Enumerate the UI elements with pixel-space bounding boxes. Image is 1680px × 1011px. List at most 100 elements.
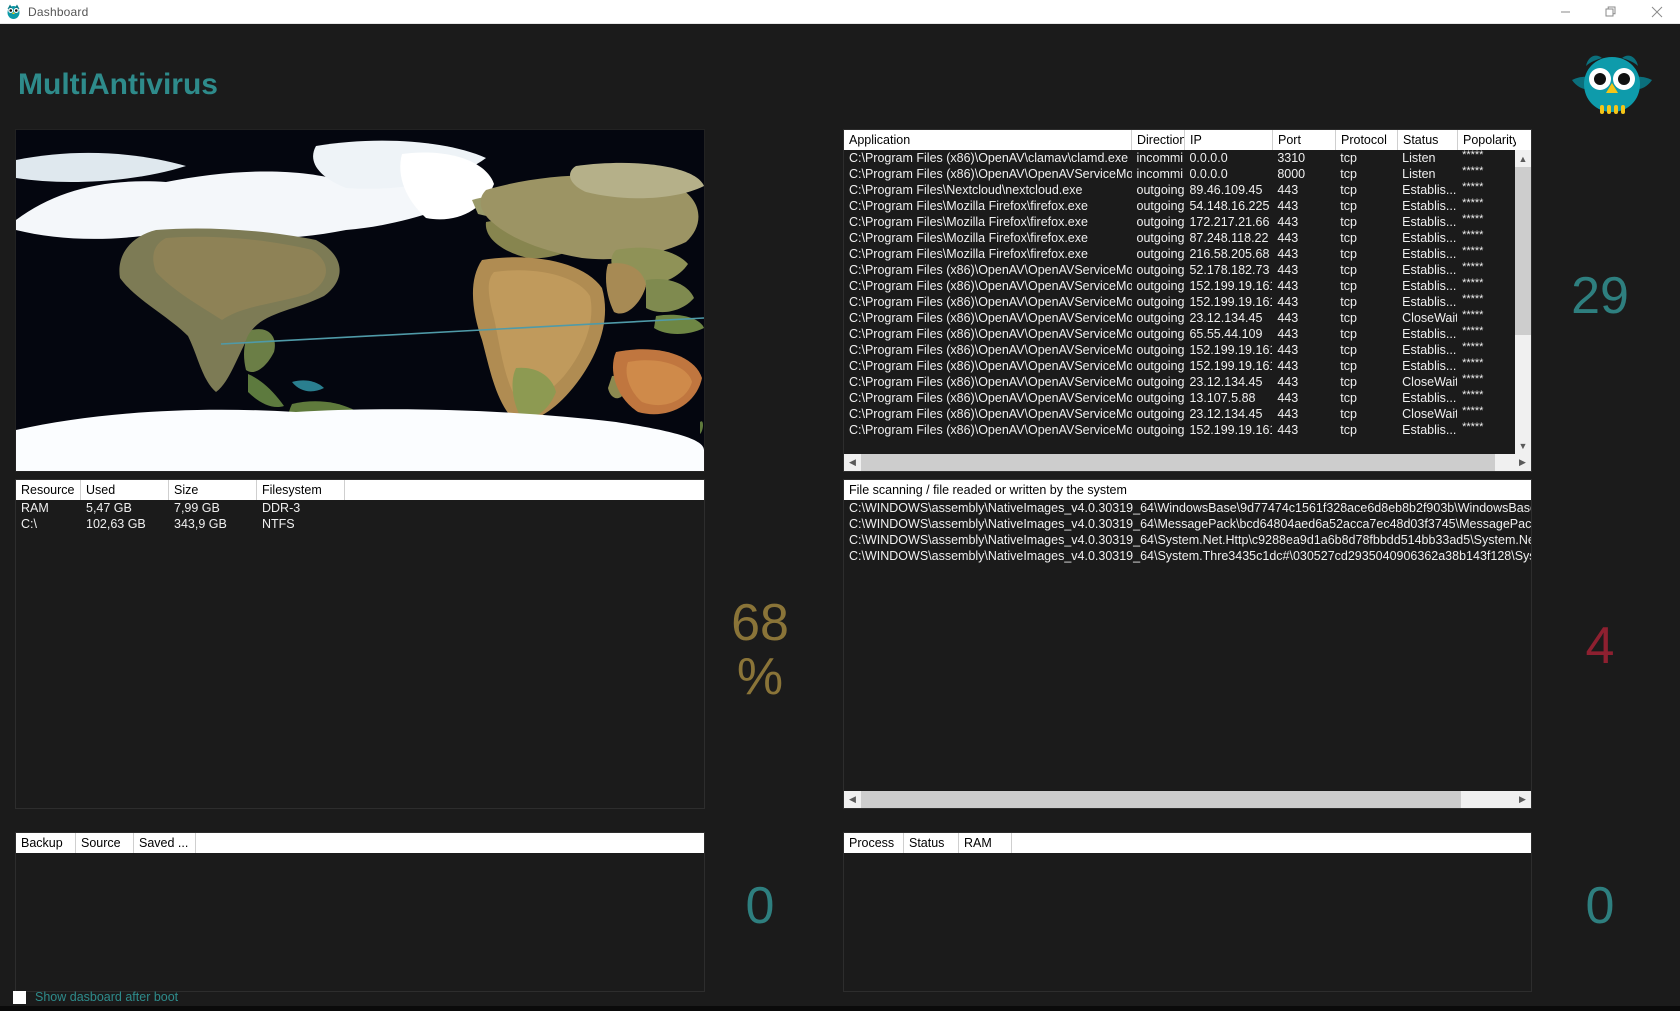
cell-ip: 152.199.19.161 bbox=[1189, 359, 1273, 373]
scroll-left-icon[interactable]: ◀ bbox=[844, 454, 861, 471]
scroll-down-icon[interactable]: ▼ bbox=[1515, 437, 1531, 454]
scroll-right-icon[interactable]: ▶ bbox=[1514, 791, 1531, 808]
scrollbar-track-h[interactable] bbox=[861, 454, 1514, 471]
cell-direction: outgoing bbox=[1136, 183, 1185, 197]
column-header-ip[interactable]: IP bbox=[1185, 130, 1273, 150]
world-map[interactable] bbox=[15, 129, 705, 472]
file-scanning-list[interactable]: File scanning / file readed or written b… bbox=[843, 479, 1532, 809]
backup-table-body[interactable] bbox=[16, 853, 704, 991]
backup-table[interactable]: Backup Source Saved ... bbox=[15, 832, 705, 992]
scroll-up-icon[interactable]: ▲ bbox=[1515, 150, 1531, 167]
cell-direction: outgoing bbox=[1136, 423, 1185, 437]
file-scanning-body[interactable]: C:\WINDOWS\assembly\NativeImages_v4.0.30… bbox=[844, 500, 1531, 791]
table-row[interactable]: C:\Program Files (x86)\OpenAV\OpenAVServ… bbox=[844, 309, 1515, 326]
file-scanning-line[interactable]: C:\WINDOWS\assembly\NativeImages_v4.0.30… bbox=[844, 500, 1531, 516]
scrollbar-track-h[interactable] bbox=[861, 791, 1514, 808]
cell-filesystem: NTFS bbox=[262, 517, 295, 531]
table-row[interactable]: C:\ 102,63 GB 343,9 GB NTFS bbox=[16, 516, 704, 532]
scrollbar-thumb-h[interactable] bbox=[861, 791, 1461, 808]
cell-ip: 23.12.134.45 bbox=[1189, 311, 1263, 325]
cell-popolarity: ***** bbox=[1462, 213, 1484, 225]
connections-vertical-scrollbar[interactable]: ▲ ▼ bbox=[1515, 150, 1531, 454]
table-row[interactable]: C:\Program Files (x86)\OpenAV\OpenAVServ… bbox=[844, 405, 1515, 422]
cell-application: C:\Program Files (x86)\OpenAV\OpenAVServ… bbox=[849, 263, 1132, 277]
column-header-process[interactable]: Process bbox=[844, 833, 904, 853]
column-header-used[interactable]: Used bbox=[81, 480, 169, 500]
cell-popolarity: ***** bbox=[1462, 261, 1484, 273]
table-row[interactable]: C:\Program Files\Nextcloud\nextcloud.exe… bbox=[844, 181, 1515, 198]
column-header-backup[interactable]: Backup bbox=[16, 833, 76, 853]
table-row[interactable]: C:\Program Files (x86)\OpenAV\OpenAVServ… bbox=[844, 325, 1515, 342]
table-row[interactable]: C:\Program Files\Mozilla Firefox\firefox… bbox=[844, 213, 1515, 230]
scroll-left-icon[interactable]: ◀ bbox=[844, 791, 861, 808]
table-row[interactable]: C:\Program Files (x86)\OpenAV\OpenAVServ… bbox=[844, 293, 1515, 310]
column-header-direction[interactable]: Direction bbox=[1132, 130, 1185, 150]
owl-icon bbox=[5, 3, 22, 20]
table-row[interactable]: C:\Program Files (x86)\OpenAV\OpenAVServ… bbox=[844, 389, 1515, 406]
cell-application: C:\Program Files (x86)\OpenAV\OpenAVServ… bbox=[849, 423, 1132, 437]
scrollbar-track[interactable] bbox=[1515, 167, 1531, 437]
table-row[interactable]: RAM 5,47 GB 7,99 GB DDR-3 bbox=[16, 500, 704, 516]
table-row[interactable]: C:\Program Files (x86)\OpenAV\OpenAVServ… bbox=[844, 373, 1515, 390]
column-header-size[interactable]: Size bbox=[169, 480, 257, 500]
cell-application: C:\Program Files\Nextcloud\nextcloud.exe bbox=[849, 183, 1083, 197]
processes-table[interactable]: Process Status RAM bbox=[843, 832, 1532, 992]
window-title: Dashboard bbox=[28, 4, 89, 19]
backup-count-value: 0 bbox=[745, 877, 775, 935]
column-header-ram[interactable]: RAM bbox=[959, 833, 1012, 853]
resources-table[interactable]: Resource Used Size Filesystem RAM 5,47 GB… bbox=[15, 479, 705, 809]
cell-protocol: tcp bbox=[1340, 295, 1357, 309]
table-row[interactable]: C:\Program Files\Mozilla Firefox\firefox… bbox=[844, 229, 1515, 246]
scroll-right-icon[interactable]: ▶ bbox=[1514, 454, 1531, 471]
cell-port: 443 bbox=[1277, 247, 1299, 261]
scrollbar-thumb-h[interactable] bbox=[861, 454, 1495, 471]
show-dashboard-after-boot-checkbox[interactable] bbox=[13, 990, 26, 1004]
cell-port: 443 bbox=[1277, 343, 1299, 357]
column-header-application[interactable]: Application bbox=[844, 130, 1132, 150]
cell-port: 443 bbox=[1277, 215, 1299, 229]
file-scanning-line[interactable]: C:\WINDOWS\assembly\NativeImages_v4.0.30… bbox=[844, 532, 1531, 548]
table-row[interactable]: C:\Program Files (x86)\OpenAV\OpenAVServ… bbox=[844, 261, 1515, 278]
file-scanning-line[interactable]: C:\WINDOWS\assembly\NativeImages_v4.0.30… bbox=[844, 516, 1531, 532]
table-row[interactable]: C:\Program Files (x86)\OpenAV\OpenAVServ… bbox=[844, 277, 1515, 294]
column-header-resource[interactable]: Resource bbox=[16, 480, 81, 500]
table-row[interactable]: C:\Program Files (x86)\OpenAV\OpenAVServ… bbox=[844, 341, 1515, 358]
table-row[interactable]: C:\Program Files (x86)\OpenAV\OpenAVServ… bbox=[844, 357, 1515, 374]
cell-port: 443 bbox=[1277, 231, 1299, 245]
cell-port: 8000 bbox=[1277, 167, 1306, 181]
close-button[interactable] bbox=[1634, 0, 1680, 23]
cell-protocol: tcp bbox=[1340, 279, 1357, 293]
column-header-protocol[interactable]: Protocol bbox=[1336, 130, 1398, 150]
column-header-port[interactable]: Port bbox=[1273, 130, 1336, 150]
file-scanning-line[interactable]: C:\WINDOWS\assembly\NativeImages_v4.0.30… bbox=[844, 548, 1531, 564]
table-row[interactable]: C:\Program Files (x86)\OpenAV\OpenAVServ… bbox=[844, 421, 1515, 438]
connections-count-value: 29 bbox=[1571, 267, 1629, 325]
cell-direction: outgoing bbox=[1136, 375, 1185, 389]
minimize-button[interactable] bbox=[1542, 0, 1588, 23]
cell-application: C:\Program Files (x86)\OpenAV\OpenAVServ… bbox=[849, 359, 1132, 373]
file-scanning-horizontal-scrollbar[interactable]: ◀ ▶ bbox=[844, 791, 1531, 808]
cell-direction: outgoing bbox=[1136, 247, 1185, 261]
table-row[interactable]: C:\Program Files\Mozilla Firefox\firefox… bbox=[844, 245, 1515, 262]
table-row[interactable]: C:\Program Files\Mozilla Firefox\firefox… bbox=[844, 197, 1515, 214]
cell-direction: outgoing bbox=[1136, 263, 1185, 277]
processes-table-body[interactable] bbox=[844, 853, 1531, 991]
column-header-status[interactable]: Status bbox=[904, 833, 959, 853]
column-header-popolarity[interactable]: Popolarity bbox=[1458, 130, 1516, 150]
cell-application: C:\Program Files (x86)\OpenAV\OpenAVServ… bbox=[849, 167, 1132, 181]
connections-table-body[interactable]: C:\Program Files (x86)\OpenAV\clamav\cla… bbox=[844, 150, 1531, 454]
column-header-saved[interactable]: Saved ... bbox=[134, 833, 196, 853]
resource-usage-unit: % bbox=[736, 648, 784, 706]
scrollbar-thumb[interactable] bbox=[1515, 167, 1531, 335]
restore-button[interactable] bbox=[1588, 0, 1634, 23]
cell-ip: 0.0.0.0 bbox=[1189, 151, 1228, 165]
column-header-source[interactable]: Source bbox=[76, 833, 134, 853]
table-row[interactable]: C:\Program Files (x86)\OpenAV\OpenAVServ… bbox=[844, 165, 1515, 182]
column-header-filesystem[interactable]: Filesystem bbox=[257, 480, 345, 500]
resource-usage-badge: 68 % bbox=[700, 596, 820, 704]
resources-table-body[interactable]: RAM 5,47 GB 7,99 GB DDR-3 C:\ 102,63 GB 343,9 … bbox=[16, 500, 704, 808]
table-row[interactable]: C:\Program Files (x86)\OpenAV\clamav\cla… bbox=[844, 150, 1515, 166]
connections-table[interactable]: Application Direction IP Port Protocol S… bbox=[843, 129, 1532, 472]
column-header-status[interactable]: Status bbox=[1398, 130, 1458, 150]
connections-horizontal-scrollbar[interactable]: ◀ ▶ bbox=[844, 454, 1531, 471]
